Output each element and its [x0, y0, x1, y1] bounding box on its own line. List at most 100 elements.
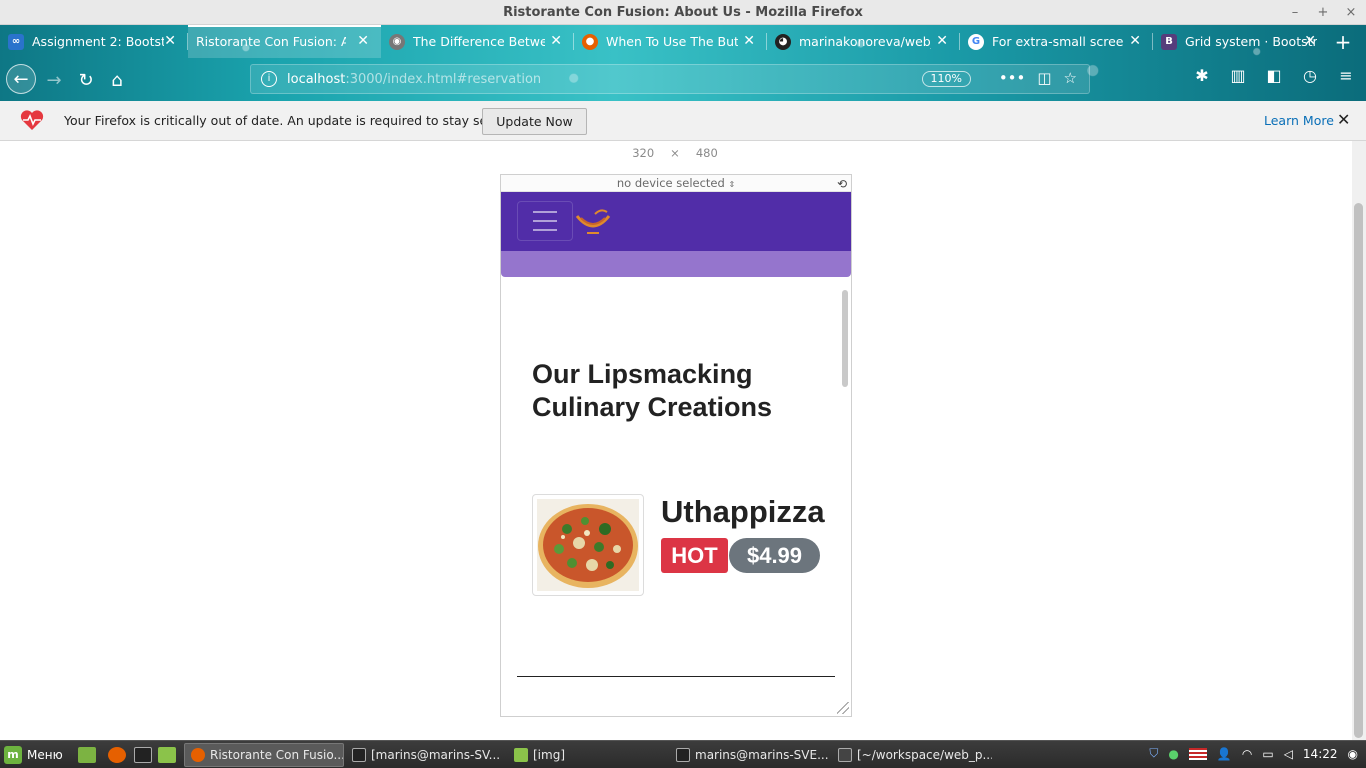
library-icon[interactable]: ▥	[1228, 66, 1248, 85]
viewport-height[interactable]: 480	[696, 146, 718, 160]
reload-button[interactable]: ↻	[72, 66, 100, 94]
sidebar-icon[interactable]: ◧	[1264, 66, 1284, 85]
tab-title: When To Use The Button	[606, 34, 738, 49]
resize-handle[interactable]	[837, 702, 849, 714]
learn-more-link[interactable]: Learn More	[1264, 113, 1334, 128]
close-window-button[interactable]: ×	[1344, 0, 1358, 26]
os-taskbar: m Меню Ristorante Con Fusio... [marins@m…	[0, 740, 1366, 768]
update-now-button[interactable]: Update Now	[482, 108, 587, 135]
new-tab-button[interactable]: +	[1328, 25, 1358, 58]
url-host: localhost	[287, 71, 346, 87]
zoom-badge[interactable]: 110%	[921, 71, 971, 87]
responsive-viewport-frame: no device selected ⇕ ⟲ Our Lipsmacking C…	[500, 174, 852, 717]
coursera-icon: ∞	[8, 33, 24, 50]
jumbotron	[501, 251, 851, 277]
user-icon[interactable]: 👤	[1217, 747, 1232, 761]
tab-google[interactable]: G For extra-small screens ✕	[960, 25, 1153, 58]
close-tab-icon[interactable]: ✕	[164, 33, 176, 49]
folder-icon	[514, 748, 528, 762]
notification-message: Your Firefox is critically out of date. …	[64, 113, 519, 128]
volume-icon[interactable]: ◁	[1284, 747, 1293, 761]
maximize-button[interactable]: +	[1316, 0, 1330, 26]
history-icon[interactable]: ◷	[1300, 66, 1320, 85]
clock[interactable]: 14:22	[1303, 747, 1338, 761]
browser-chrome: ∞ Assignment 2: Bootstrap ✕ Ristorante C…	[0, 25, 1366, 101]
tab-ristorante[interactable]: Ristorante Con Fusion: About Us ✕	[188, 25, 381, 58]
minimize-button[interactable]: –	[1288, 0, 1302, 26]
tab-bootstrap[interactable]: B Grid system · Bootstrap ✕	[1153, 25, 1328, 58]
site-icon: ◉	[389, 33, 405, 50]
battery-icon[interactable]: ▭	[1262, 747, 1273, 761]
close-tab-icon[interactable]: ✕	[357, 33, 369, 49]
window-title: Ristorante Con Fusion: About Us - Mozill…	[503, 5, 863, 20]
hot-badge: HOT	[661, 538, 728, 573]
taskbar-item-label: [marins@marins-SV...	[371, 748, 501, 762]
start-menu-button[interactable]: m Меню	[4, 745, 63, 765]
toolbar-right: ✱ ▥ ◧ ◷ ≡	[1192, 66, 1356, 85]
us-flag-icon[interactable]	[1188, 747, 1207, 760]
content-scrollbar[interactable]	[842, 290, 848, 387]
page-scrollbar-thumb[interactable]	[1354, 203, 1363, 738]
pocket-icon[interactable]: ◫	[1037, 69, 1051, 87]
info-icon[interactable]: i	[261, 71, 277, 87]
dish-name: Uthappizza	[661, 494, 825, 529]
device-selector[interactable]: no device selected ⇕ ⟲	[501, 175, 851, 192]
terminal-icon	[676, 748, 690, 762]
home-button[interactable]: ⌂	[103, 66, 131, 94]
page-viewport: Our Lipsmacking Culinary Creations Uthap…	[501, 192, 851, 716]
rotate-viewport-icon[interactable]: ⟲	[837, 176, 847, 193]
show-desktop-icon[interactable]	[78, 747, 96, 763]
select-arrows-icon: ⇕	[728, 180, 736, 189]
hamburger-menu-icon[interactable]: ≡	[1336, 66, 1356, 85]
tab-title: Assignment 2: Bootstrap	[32, 34, 164, 49]
tab-title: Ristorante Con Fusion: About Us	[196, 34, 346, 49]
tab-strip: ∞ Assignment 2: Bootstrap ✕ Ristorante C…	[0, 25, 1366, 58]
back-button[interactable]: ←	[6, 64, 36, 94]
taskbar-item-terminal-2[interactable]: marins@marins-SVE...	[670, 743, 830, 767]
navbar-toggler-button[interactable]	[517, 201, 573, 241]
files-launcher-icon[interactable]	[158, 747, 176, 763]
forward-button[interactable]: →	[40, 66, 68, 94]
dimension-separator: ×	[670, 146, 680, 160]
close-tab-icon[interactable]: ✕	[743, 33, 755, 49]
close-tab-icon[interactable]: ✕	[550, 33, 562, 49]
close-tab-icon[interactable]: ✕	[1129, 33, 1141, 49]
google-icon: G	[968, 33, 984, 50]
close-tab-icon[interactable]: ✕	[1304, 33, 1316, 49]
url-bar[interactable]: i localhost:3000/index.html#reservation …	[250, 64, 1090, 94]
window-titlebar: Ristorante Con Fusion: About Us - Mozill…	[0, 0, 1366, 25]
close-tab-icon[interactable]: ✕	[936, 33, 948, 49]
tab-title: marinakonoreva/web_p	[799, 34, 931, 49]
tab-title: The Difference Between	[413, 34, 545, 49]
device-selector-label: no device selected	[616, 176, 725, 190]
wifi-icon[interactable]: ◠	[1242, 747, 1252, 761]
notifications-icon[interactable]: ◉	[1348, 747, 1358, 761]
taskbar-item-firefox[interactable]: Ristorante Con Fusio...	[184, 743, 344, 767]
tab-github[interactable]: ◕ marinakonoreva/web_p ✕	[767, 25, 960, 58]
mint-logo-icon: m	[4, 746, 22, 764]
section-title: Our Lipsmacking Culinary Creations	[532, 359, 773, 422]
bluetooth-icon[interactable]: ●	[1168, 747, 1178, 761]
bookmark-star-icon[interactable]: ☆	[1064, 69, 1077, 87]
taskbar-item-editor[interactable]: [~/workspace/web_p...	[832, 743, 992, 767]
price-badge: $4.99	[729, 538, 820, 573]
viewport-width[interactable]: 320	[632, 146, 654, 160]
close-notification-icon[interactable]: ✕	[1337, 110, 1350, 129]
nav-toolbar: ← → ↻ ⌂ i localhost:3000/index.html#rese…	[0, 58, 1366, 101]
github-icon: ◕	[775, 33, 791, 50]
shield-icon[interactable]: ⛉	[1149, 746, 1158, 761]
tab-assignment[interactable]: ∞ Assignment 2: Bootstrap ✕	[0, 25, 188, 58]
tab-title: Grid system · Bootstrap	[1185, 34, 1317, 49]
content-divider	[517, 676, 835, 677]
page-actions-icon[interactable]: •••	[999, 69, 1026, 87]
taskbar-item-img-folder[interactable]: [img]	[508, 743, 668, 767]
terminal-launcher-icon[interactable]	[134, 747, 152, 763]
tab-when-to-use[interactable]: ● When To Use The Button ✕	[574, 25, 767, 58]
firefox-launcher-icon[interactable]	[108, 747, 126, 763]
taskbar-item-terminal-1[interactable]: [marins@marins-SV...	[346, 743, 506, 767]
home-icon: ⌂	[111, 69, 123, 91]
firefox-icon	[191, 748, 205, 762]
extension-icon[interactable]: ✱	[1192, 66, 1212, 85]
start-menu-label: Меню	[27, 748, 63, 762]
tab-difference[interactable]: ◉ The Difference Between ✕	[381, 25, 574, 58]
